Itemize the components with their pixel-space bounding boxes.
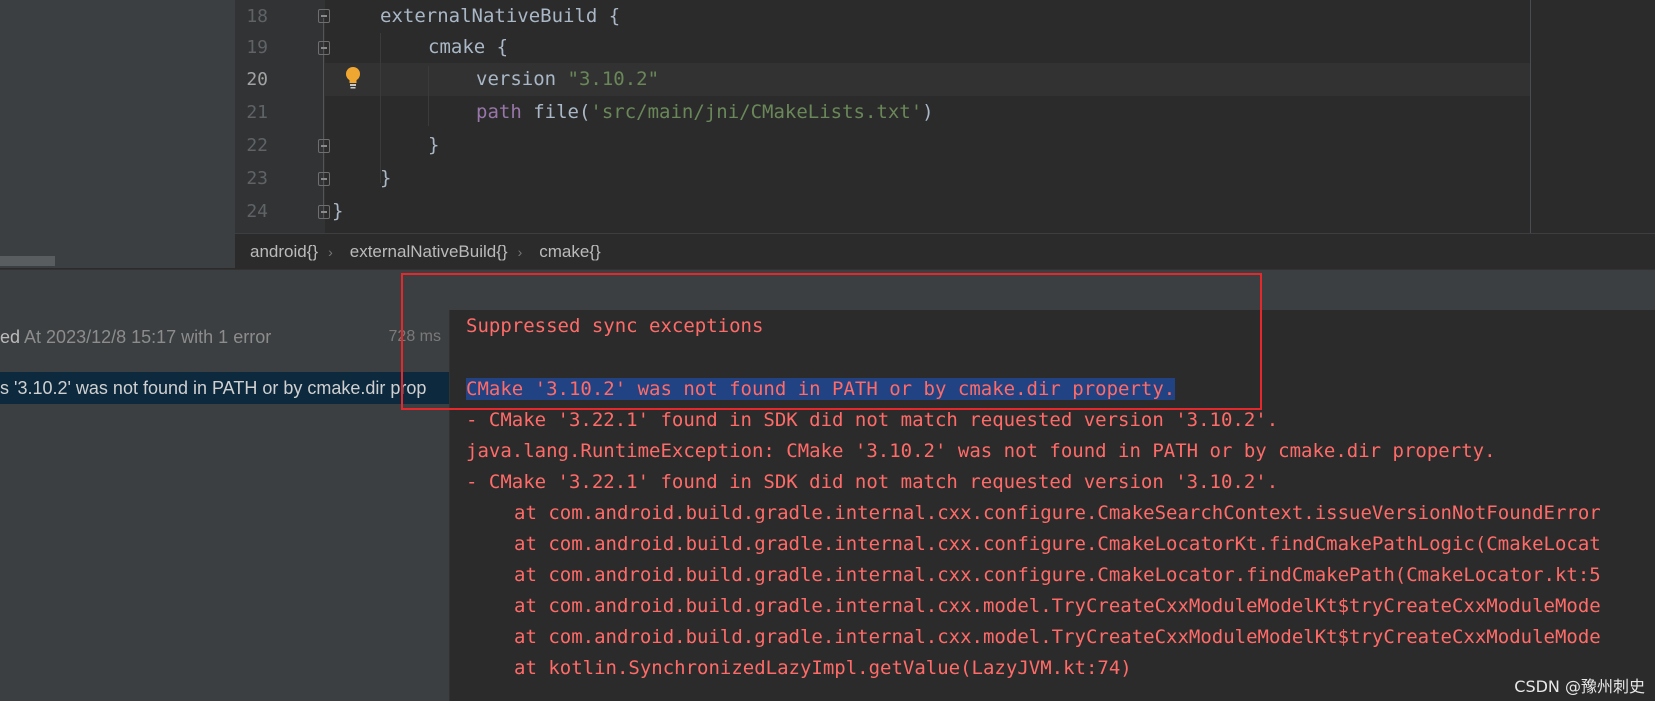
code-string: "3.10.2" — [567, 68, 660, 90]
code-text: } — [332, 200, 344, 222]
console-line: - CMake '3.22.1' found in SDK did not ma… — [466, 471, 1279, 493]
code-line[interactable]: version "3.10.2" — [476, 63, 659, 96]
project-panel-edge — [0, 0, 235, 268]
code-punct: ) — [922, 101, 934, 123]
editor-right-margin — [1530, 0, 1655, 233]
code-keyword: path — [476, 101, 522, 123]
stacktrace-line: at com.android.build.gradle.internal.cxx… — [514, 626, 1601, 648]
build-tree-error-row[interactable]: s '3.10.2' was not found in PATH or by c… — [0, 372, 449, 404]
indent-guide — [380, 33, 381, 183]
code-text: } — [380, 167, 392, 189]
fold-marker-icon[interactable] — [318, 41, 330, 55]
horizontal-scrollbar[interactable] — [0, 256, 55, 266]
line-number: 24 — [246, 201, 268, 222]
code-line[interactable]: } — [428, 129, 439, 162]
stacktrace-line: at com.android.build.gradle.internal.cxx… — [514, 595, 1601, 617]
stacktrace-line: at kotlin.SynchronizedLazyImpl.getValue(… — [514, 657, 1132, 679]
build-tool-window-header — [0, 269, 1655, 311]
breadcrumb-item[interactable]: externalNativeBuild{} — [335, 242, 516, 262]
code-identifier: version — [476, 68, 557, 90]
breadcrumb: android{} › externalNativeBuild{} › cmak… — [235, 233, 1655, 270]
console-line: Suppressed sync exceptions — [466, 315, 764, 337]
code-line[interactable]: externalNativeBuild { — [380, 0, 620, 33]
stacktrace-line: at com.android.build.gradle.internal.cxx… — [514, 502, 1601, 524]
code-text: cmake { — [428, 36, 509, 58]
watermark: CSDN @豫州刺史 — [1514, 677, 1645, 696]
build-output-console[interactable]: Suppressed sync exceptions CMake '3.10.2… — [450, 310, 1655, 701]
code-line[interactable]: } — [332, 195, 343, 228]
fold-marker-icon[interactable] — [318, 172, 330, 186]
line-number: 23 — [246, 168, 268, 189]
line-number-current: 20 — [246, 69, 268, 90]
console-line-selected: CMake '3.10.2' was not found in PATH or … — [466, 373, 1176, 406]
stacktrace-line: at com.android.build.gradle.internal.cxx… — [514, 564, 1601, 586]
selected-text: CMake '3.10.2' was not found in PATH or … — [466, 378, 1176, 400]
line-number: 19 — [246, 37, 268, 58]
line-number: 22 — [246, 135, 268, 156]
lightbulb-icon[interactable] — [345, 66, 361, 90]
code-line[interactable]: } — [380, 162, 391, 195]
code-function: file( — [533, 101, 591, 123]
code-text: externalNativeBuild { — [380, 5, 621, 27]
breadcrumb-item[interactable]: cmake{} — [524, 242, 608, 262]
code-text: } — [428, 134, 440, 156]
fold-marker-icon[interactable] — [318, 205, 330, 219]
build-tree: ed At 2023/12/8 15:17 with 1 error 728 m… — [0, 310, 450, 701]
code-line[interactable]: path file('src/main/jni/CMakeLists.txt') — [476, 96, 934, 129]
build-timestamp-text: At 2023/12/8 15:17 with 1 error — [20, 327, 272, 347]
code-line[interactable]: cmake { — [428, 31, 508, 64]
stacktrace-line: at com.android.build.gradle.internal.cxx… — [514, 533, 1601, 555]
fold-marker-icon[interactable] — [318, 139, 330, 153]
chevron-right-icon: › — [328, 244, 333, 260]
build-duration: 728 ms — [388, 328, 441, 345]
chevron-right-icon: › — [517, 244, 523, 260]
build-status-text: ed — [0, 327, 21, 347]
fold-marker-icon[interactable] — [318, 9, 330, 23]
indent-guide — [428, 66, 429, 126]
line-number: 21 — [246, 102, 268, 123]
build-error-text: s '3.10.2' was not found in PATH or by c… — [0, 378, 427, 398]
console-line: - CMake '3.22.1' found in SDK did not ma… — [466, 409, 1279, 431]
breadcrumb-item[interactable]: android{} — [235, 242, 326, 262]
line-number: 18 — [246, 6, 268, 27]
build-tree-root-row[interactable]: ed At 2023/12/8 15:17 with 1 error 728 m… — [0, 320, 449, 354]
console-line: java.lang.RuntimeException: CMake '3.10.… — [466, 440, 1496, 462]
code-string: 'src/main/jni/CMakeLists.txt' — [590, 101, 923, 123]
